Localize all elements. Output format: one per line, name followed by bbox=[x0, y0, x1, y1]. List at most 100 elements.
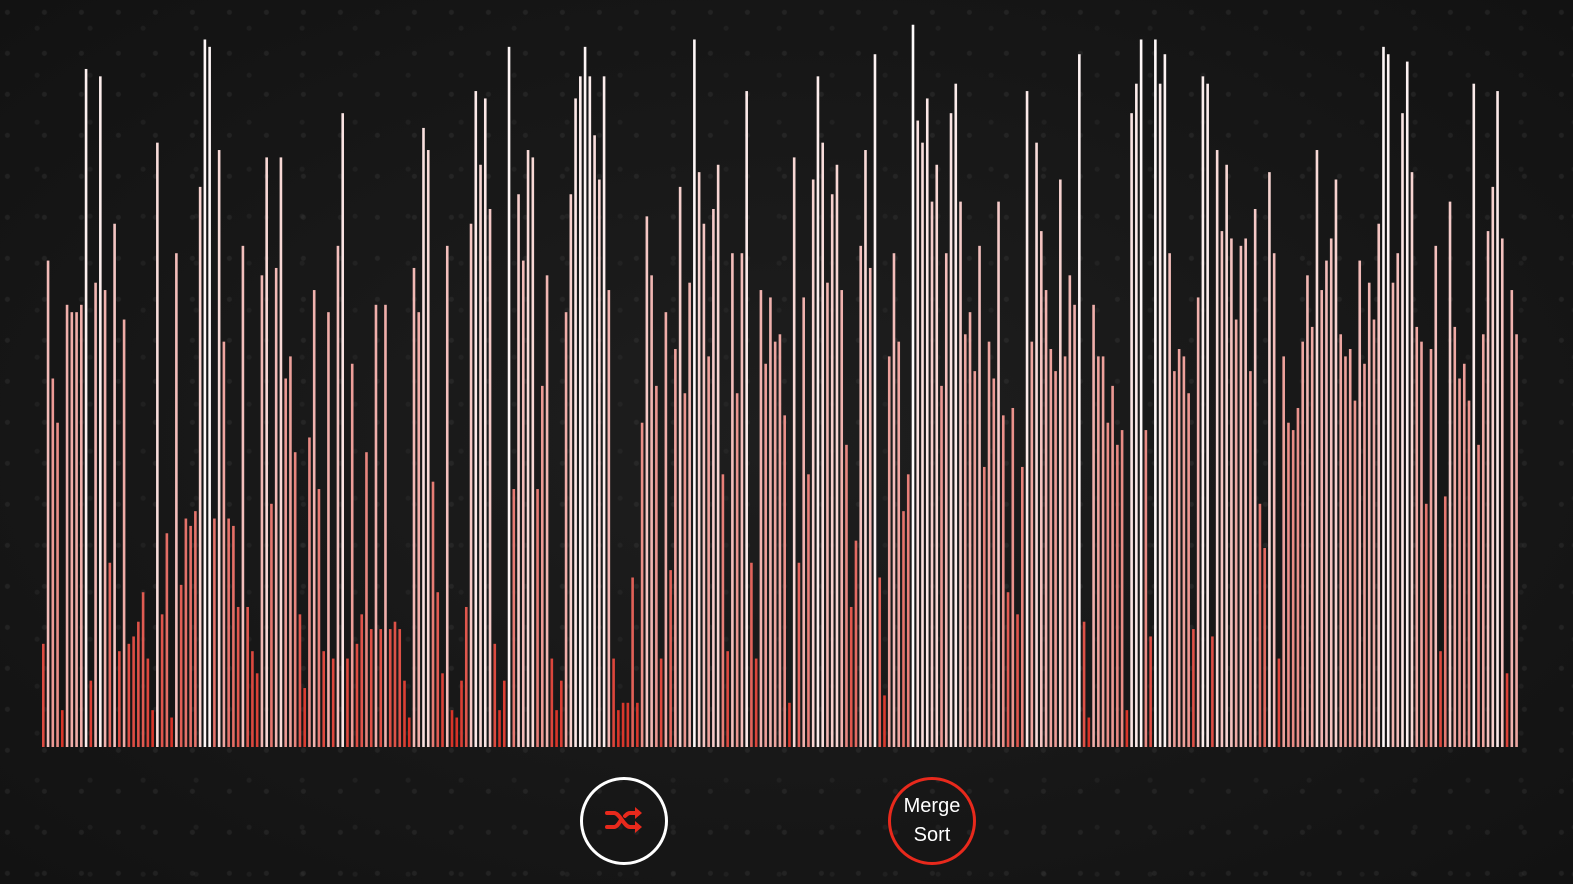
bar bbox=[1044, 290, 1048, 747]
bar bbox=[531, 157, 535, 747]
bar bbox=[759, 290, 763, 747]
bar bbox=[1230, 238, 1233, 747]
bar bbox=[1016, 614, 1019, 747]
bar bbox=[289, 356, 292, 747]
bar bbox=[769, 297, 772, 747]
merge-sort-button[interactable]: Merge Sort bbox=[888, 777, 976, 865]
bar bbox=[1439, 651, 1442, 747]
bar bbox=[94, 282, 97, 747]
bar bbox=[702, 223, 706, 747]
bar bbox=[227, 518, 230, 747]
bar bbox=[949, 113, 953, 747]
bar bbox=[65, 304, 69, 747]
bar bbox=[388, 629, 392, 747]
bar bbox=[735, 393, 739, 747]
bar bbox=[1472, 83, 1476, 747]
bar bbox=[864, 150, 867, 747]
bar bbox=[203, 39, 207, 747]
bar bbox=[327, 312, 330, 747]
bar bbox=[764, 363, 767, 747]
bar bbox=[1353, 400, 1357, 747]
bar bbox=[175, 253, 178, 747]
bar bbox=[878, 577, 882, 747]
bar bbox=[1367, 282, 1371, 747]
bar bbox=[241, 245, 245, 747]
bar bbox=[1253, 208, 1257, 747]
bar bbox=[754, 658, 758, 747]
bar bbox=[1158, 83, 1162, 747]
bar bbox=[707, 356, 710, 747]
bar bbox=[602, 76, 606, 747]
bar bbox=[588, 76, 592, 747]
bar bbox=[455, 717, 459, 747]
bar bbox=[674, 349, 677, 747]
bar bbox=[830, 194, 834, 747]
bar bbox=[1263, 548, 1266, 747]
bar bbox=[317, 489, 321, 747]
bar bbox=[56, 422, 59, 747]
bar bbox=[1244, 238, 1247, 747]
bar bbox=[1196, 297, 1200, 747]
bar bbox=[274, 267, 278, 747]
bar bbox=[1182, 356, 1186, 747]
bar bbox=[1277, 658, 1281, 747]
bar bbox=[270, 503, 273, 747]
bar bbox=[978, 245, 981, 747]
bar bbox=[807, 474, 810, 747]
bar bbox=[868, 267, 872, 747]
bar bbox=[1082, 621, 1086, 747]
bar bbox=[631, 577, 634, 747]
bar bbox=[1282, 356, 1285, 747]
bar bbox=[526, 150, 530, 747]
bar bbox=[426, 150, 430, 747]
bar bbox=[46, 260, 50, 747]
bar bbox=[474, 91, 478, 747]
bar bbox=[840, 290, 844, 747]
bar bbox=[379, 629, 383, 747]
bar bbox=[1187, 393, 1190, 747]
bar bbox=[260, 275, 264, 747]
bar bbox=[902, 511, 905, 747]
bar bbox=[232, 525, 235, 747]
bar bbox=[1310, 326, 1314, 747]
bar bbox=[122, 319, 126, 747]
bar bbox=[688, 282, 691, 747]
bar bbox=[541, 385, 544, 747]
bar bbox=[1120, 430, 1124, 747]
bar bbox=[617, 710, 620, 747]
bar bbox=[393, 621, 397, 747]
bar bbox=[636, 702, 639, 747]
bar bbox=[1011, 407, 1015, 747]
bar bbox=[1149, 636, 1152, 747]
bar bbox=[1163, 54, 1167, 747]
bar bbox=[640, 422, 644, 747]
bar bbox=[521, 260, 525, 747]
bar bbox=[1481, 334, 1485, 747]
bar bbox=[84, 68, 88, 747]
bar bbox=[146, 658, 150, 747]
bar bbox=[89, 680, 93, 747]
bar bbox=[944, 253, 948, 747]
shuffle-button[interactable] bbox=[580, 777, 668, 865]
bar bbox=[1239, 245, 1243, 747]
bar bbox=[811, 179, 815, 747]
bar bbox=[236, 606, 240, 747]
bar bbox=[598, 179, 601, 747]
bar bbox=[816, 76, 820, 747]
bar bbox=[1087, 717, 1091, 747]
bar bbox=[716, 164, 720, 747]
bar bbox=[213, 518, 216, 747]
bar bbox=[731, 253, 734, 747]
bar bbox=[369, 629, 373, 747]
bar bbox=[99, 76, 102, 747]
bar bbox=[906, 474, 910, 747]
bar bbox=[160, 614, 164, 747]
bar bbox=[407, 717, 411, 747]
bar bbox=[61, 710, 64, 747]
bar bbox=[930, 201, 934, 747]
bar bbox=[1272, 253, 1276, 747]
bar bbox=[1320, 290, 1324, 747]
bar bbox=[1173, 371, 1176, 747]
bar bbox=[612, 658, 615, 747]
bar bbox=[1040, 231, 1043, 747]
